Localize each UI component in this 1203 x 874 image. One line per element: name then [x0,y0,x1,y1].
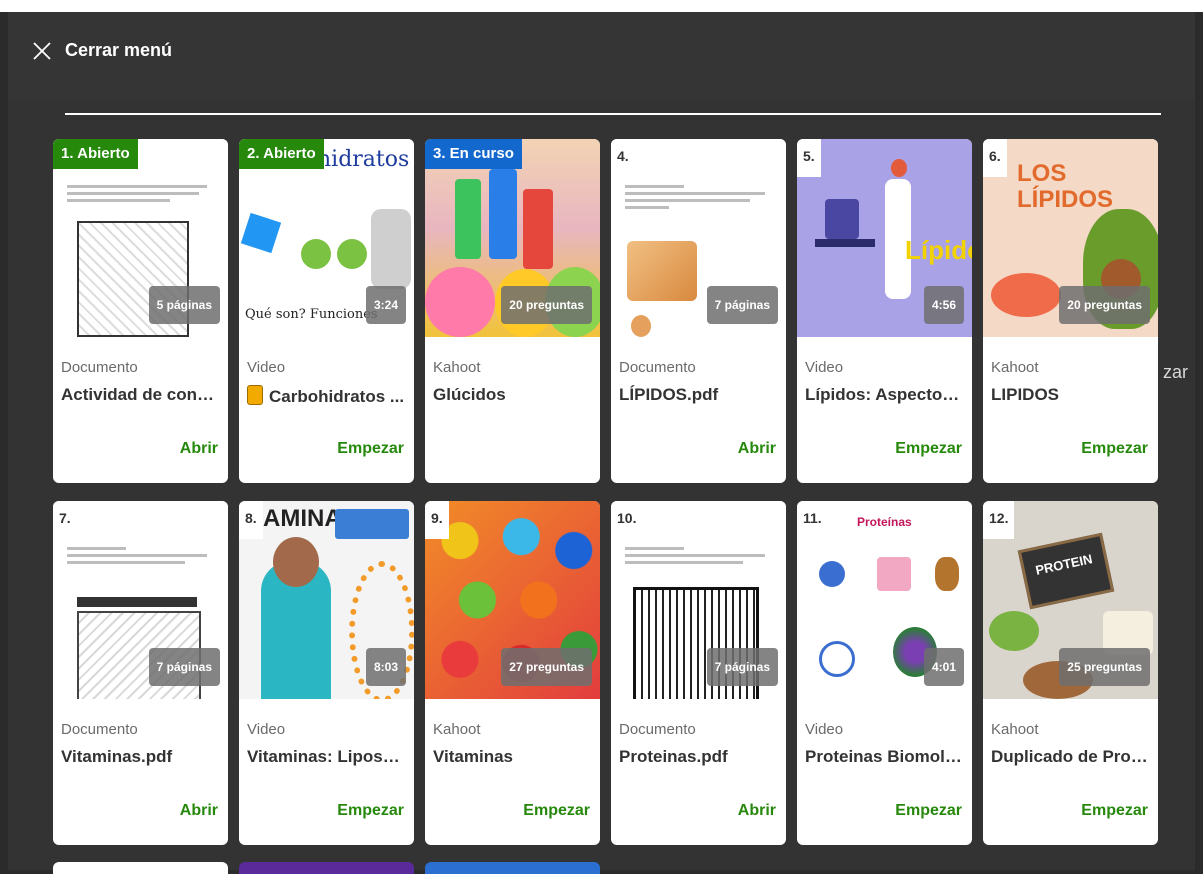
activity-card[interactable]: AMINAS 8. 8:03 Video Vitaminas: Liposolu… [239,501,414,845]
length-badge: 25 preguntas [1059,648,1150,686]
order-badge: 7. [53,501,77,539]
start-button[interactable]: Empezar [337,440,404,458]
activity-type: Video [805,359,844,376]
activity-type: Documento [61,721,138,738]
length-badge: 4:01 [923,648,964,686]
top-strip [0,0,1203,12]
cracker-icon [247,385,263,405]
activity-card[interactable]: Lípidos 5. 4:56 Video Lípidos: Aspectos … [797,139,972,483]
activity-card[interactable]: 4. 7 páginas Documento LÍPIDOS.pdf Abrir [611,139,786,483]
activity-card-partial[interactable] [239,862,414,874]
background-edge-text: zar [1163,362,1189,382]
start-button[interactable]: Empezar [337,802,404,820]
start-button[interactable]: Empezar [1081,440,1148,458]
open-button[interactable]: Abrir [738,802,776,820]
activity-type: Video [247,721,286,738]
activity-type: Kahoot [433,721,481,738]
activity-title: Proteinas.pdf [619,747,728,766]
activity-card-partial[interactable] [53,862,228,874]
activity-card[interactable]: PROTEIN 12. 25 preguntas Kahoot Duplicad… [983,501,1158,845]
activity-title: LÍPIDOS.pdf [619,385,719,404]
status-badge: 3. En curso [425,139,522,169]
order-badge: 12. [983,501,1015,539]
order-badge: 10. [611,501,643,539]
activity-card[interactable]: 10. 7 páginas Documento Proteinas.pdf Ab… [611,501,786,845]
thumb-caption: Proteínas [857,515,912,529]
start-button[interactable]: Empezar [895,802,962,820]
activity-type: Video [805,721,844,738]
activity-title: Actividad de conoci... [61,385,221,404]
order-badge: 6. [983,139,1007,177]
activity-title: Vitaminas: Liposolu... [247,747,407,766]
activity-card[interactable]: hidratos Qué son? Funciones 2. Abierto 3… [239,139,414,483]
order-badge: 5. [797,139,821,177]
activity-type: Video [247,359,286,376]
activity-type: Documento [619,359,696,376]
activity-card[interactable]: 9. 27 preguntas Kahoot Vitaminas Empezar [425,501,600,845]
activity-title: Proteinas Biomoléc... [805,747,965,766]
length-badge: 5 páginas [148,286,220,324]
activity-grid: 1. Abierto 5 páginas Documento Actividad… [53,139,1161,845]
start-button[interactable]: Empezar [895,440,962,458]
length-badge: 7 páginas [706,286,778,324]
status-badge: 1. Abierto [53,139,138,169]
activity-title: Vitaminas [433,747,514,766]
activity-card-partial[interactable] [425,862,600,874]
close-menu-label: Cerrar menú [65,40,173,60]
activity-type: Kahoot [991,721,1039,738]
activity-title: Glúcidos [433,385,506,404]
open-button[interactable]: Abrir [180,802,218,820]
length-badge: 20 preguntas [501,286,592,324]
activity-card[interactable]: LOS LÍPIDOS 6. 20 preguntas Kahoot LIPID… [983,139,1158,483]
activity-title: Duplicado de Protei... [991,747,1151,766]
activity-title: Vitaminas.pdf [61,747,173,766]
status-badge: 2. Abierto [239,139,324,169]
order-badge: 4. [611,139,635,177]
divider [65,113,1161,115]
order-badge: 8. [239,501,263,539]
length-badge: 4:56 [923,286,964,324]
order-badge: 11. [797,501,828,539]
activity-type: Kahoot [433,359,481,376]
activity-card[interactable]: 1. Abierto 5 páginas Documento Actividad… [53,139,228,483]
activity-title: LIPIDOS [991,385,1060,404]
close-icon [33,41,51,60]
menu-header [8,12,1195,100]
activity-card[interactable]: 7. 7 páginas Documento Vitaminas.pdf Abr… [53,501,228,845]
activity-title: Lípidos: Aspectos g... [805,385,965,404]
activity-type: Documento [619,721,696,738]
length-badge: 20 preguntas [1059,286,1150,324]
order-badge: 9. [425,501,449,539]
activity-title: Carbohidratos ... [247,385,407,407]
start-button[interactable]: Empezar [523,802,590,820]
activity-type: Kahoot [991,359,1039,376]
length-badge: 27 preguntas [501,648,592,686]
length-badge: 3:24 [365,286,406,324]
length-badge: 7 páginas [148,648,220,686]
close-menu-button[interactable]: Cerrar menú [33,40,172,61]
open-button[interactable]: Abrir [180,440,218,458]
length-badge: 8:03 [365,648,406,686]
open-button[interactable]: Abrir [738,440,776,458]
start-button[interactable]: Empezar [1081,802,1148,820]
activity-type: Documento [61,359,138,376]
length-badge: 7 páginas [706,648,778,686]
activity-card[interactable]: Proteínas 11. 4:01 Video Proteinas Biomo… [797,501,972,845]
thumb-caption: hidratos [317,147,410,172]
thumb-caption: LOS LÍPIDOS [1017,160,1114,213]
activity-card[interactable]: 3. En curso 20 preguntas Kahoot Glúcidos [425,139,600,483]
thumb-caption: Lípidos [905,235,972,265]
